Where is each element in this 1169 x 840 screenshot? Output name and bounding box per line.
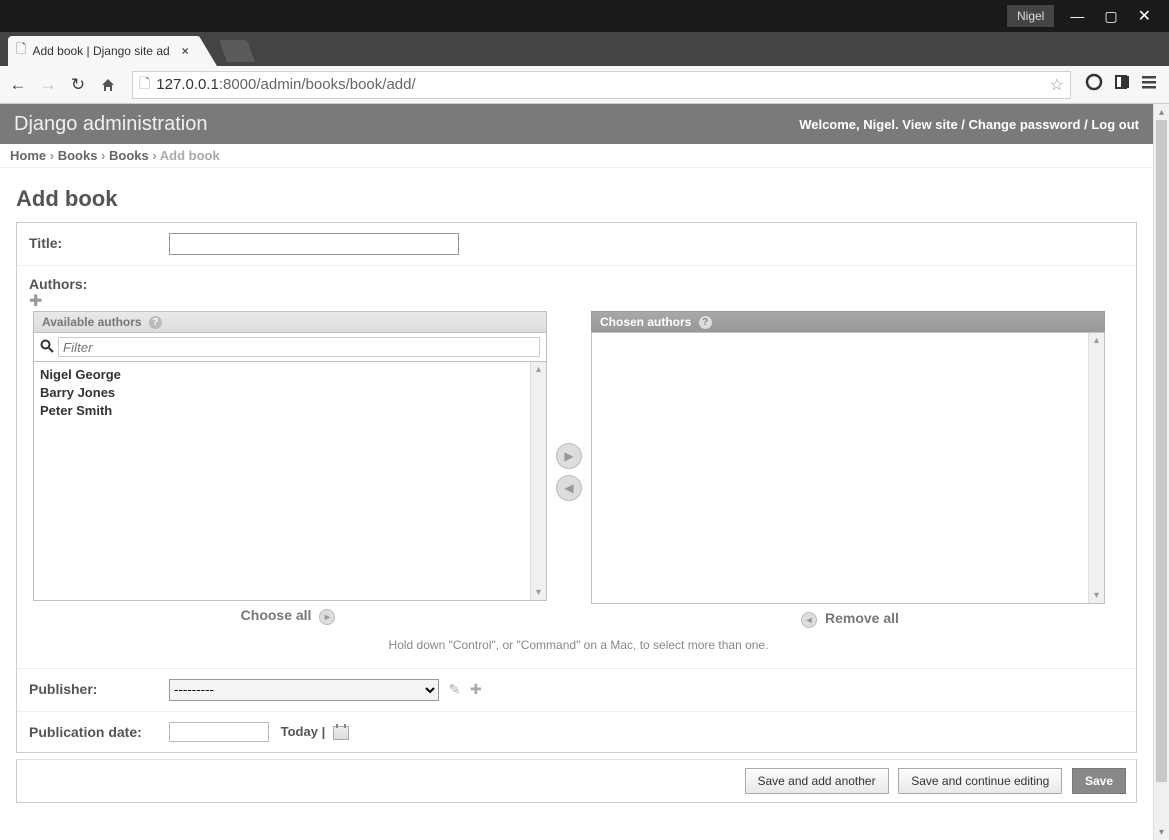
publisher-select[interactable]: --------- [169,679,439,701]
breadcrumb: Home › Books › Books › Add book [0,144,1153,168]
scroll-down-icon[interactable]: ▾ [1094,590,1099,601]
tab-title: Add book | Django site ad [32,44,169,58]
save-button[interactable]: Save [1072,768,1126,794]
scroll-down-icon[interactable]: ▾ [536,587,541,598]
chosen-authors-header: Chosen authors ? [591,311,1105,332]
calendar-icon[interactable] [333,726,349,740]
page-icon: 🗋 [16,40,26,62]
home-icon[interactable] [98,77,118,93]
today-link[interactable]: Today [281,724,318,739]
available-authors-listbox[interactable]: Nigel GeorgeBarry JonesPeter Smith [34,362,530,600]
pubdate-label: Publication date: [29,722,169,740]
django-header: Django administration Welcome, Nigel. Vi… [0,104,1153,144]
publisher-row: Publisher: --------- ✎ ✚ [17,669,1136,712]
content: Add book Title: Authors: ✚ [0,168,1153,815]
user-tag: Nigel [1007,5,1054,27]
authors-selector: Available authors ? [33,311,1124,634]
browser-menu-icon[interactable] [1141,74,1157,95]
window-maximize-icon[interactable]: ▢ [1104,8,1117,25]
choose-all-link[interactable]: Choose all [241,607,312,623]
available-authors-header: Available authors ? [33,311,547,332]
page-file-icon: 🗋 [139,73,150,97]
chosen-authors-column: Chosen authors ? ▴ ▾ [591,311,1105,634]
remove-arrow-button[interactable]: ◀ [556,475,582,501]
author-option[interactable]: Barry Jones [40,384,524,402]
browser-tab[interactable]: 🗋 Add book | Django site ad × [8,36,199,66]
add-author-icon[interactable]: ✚ [29,293,42,310]
chosen-authors-listbox[interactable] [592,333,1088,603]
filter-box [33,332,547,361]
title-row: Title: [17,223,1136,266]
scroll-down-icon[interactable]: ▾ [1154,824,1169,840]
window-titlebar: Nigel — ▢ ✕ [0,0,1169,32]
breadcrumb-model[interactable]: Books [109,148,149,163]
page-title: Add book [16,186,1137,212]
help-icon[interactable]: ? [149,316,162,329]
listbox-scrollbar[interactable]: ▴ ▾ [1088,333,1104,603]
scroll-up-icon[interactable]: ▴ [1154,104,1169,120]
remove-all-link[interactable]: Remove all [825,610,899,626]
search-icon [40,339,54,356]
add-publisher-icon[interactable]: ✚ [470,681,482,697]
change-password-link[interactable]: Change password [969,117,1081,132]
form-module: Title: Authors: ✚ Available [16,222,1137,753]
listbox-scrollbar[interactable]: ▴ ▾ [530,362,546,600]
authors-row: Authors: ✚ Available authors ? [17,266,1136,669]
window-close-icon[interactable]: ✕ [1138,6,1151,26]
add-arrow-button[interactable]: ▶ [556,443,582,469]
url-host: 127.0.0.1 [156,76,219,93]
browser-toolbar: ← → ↻ 🗋 127.0.0.1:8000/admin/books/book/… [0,66,1169,104]
title-label: Title: [29,233,169,251]
tab-close-icon[interactable]: × [182,44,189,58]
viewport: Django administration Welcome, Nigel. Vi… [0,104,1169,840]
extension-circle-icon[interactable] [1085,73,1103,96]
choose-all-icon[interactable]: ▸ [319,609,335,625]
forward-icon[interactable]: → [38,75,58,95]
window-minimize-icon[interactable]: — [1070,8,1084,24]
logout-link[interactable]: Log out [1091,117,1139,132]
authors-label: Authors: [29,276,1124,292]
pubdate-input[interactable] [169,722,269,742]
available-authors-column: Available authors ? [33,311,547,631]
scroll-up-icon[interactable]: ▴ [536,364,541,375]
edit-publisher-icon[interactable]: ✎ [449,681,461,697]
remove-all-icon[interactable]: ◂ [801,612,817,628]
breadcrumb-current: Add book [160,148,220,163]
choose-all-footer: Choose all ▸ [33,601,547,630]
authors-help-text: Hold down "Control", or "Command" on a M… [33,634,1124,662]
author-option[interactable]: Peter Smith [40,402,524,420]
remove-all-footer: ◂ Remove all [591,604,1105,633]
save-continue-button[interactable]: Save and continue editing [898,768,1062,794]
extension-notebook-icon[interactable] [1113,73,1131,96]
view-site-link[interactable]: View site [902,117,957,132]
breadcrumb-app[interactable]: Books [58,148,98,163]
site-title: Django administration [14,113,207,136]
selector-middle: ▶ ◀ [547,443,591,501]
scrollbar-thumb[interactable] [1156,120,1167,782]
user-links: Welcome, Nigel. View site / Change passw… [799,117,1139,132]
title-input[interactable] [169,233,459,255]
address-bar[interactable]: 🗋 127.0.0.1:8000/admin/books/book/add/ ☆ [132,71,1071,99]
bookmark-star-icon[interactable]: ☆ [1050,75,1064,95]
new-tab-button[interactable] [219,40,255,62]
save-add-another-button[interactable]: Save and add another [745,768,889,794]
author-option[interactable]: Nigel George [40,366,524,384]
publisher-label: Publisher: [29,679,169,697]
page-scrollbar[interactable]: ▴ ▾ [1153,104,1169,840]
submit-row: Save and add another Save and continue e… [16,759,1137,803]
url-path: :8000/admin/books/book/add/ [219,76,416,93]
scroll-up-icon[interactable]: ▴ [1094,335,1099,346]
back-icon[interactable]: ← [8,75,28,95]
filter-input[interactable] [58,337,540,357]
reload-icon[interactable]: ↻ [68,75,88,95]
browser-tab-bar: 🗋 Add book | Django site ad × [0,32,1169,66]
help-icon[interactable]: ? [699,316,712,329]
breadcrumb-home[interactable]: Home [10,148,46,163]
welcome-text: Welcome, Nigel. [799,117,898,132]
pubdate-row: Publication date: Today | [17,712,1136,752]
